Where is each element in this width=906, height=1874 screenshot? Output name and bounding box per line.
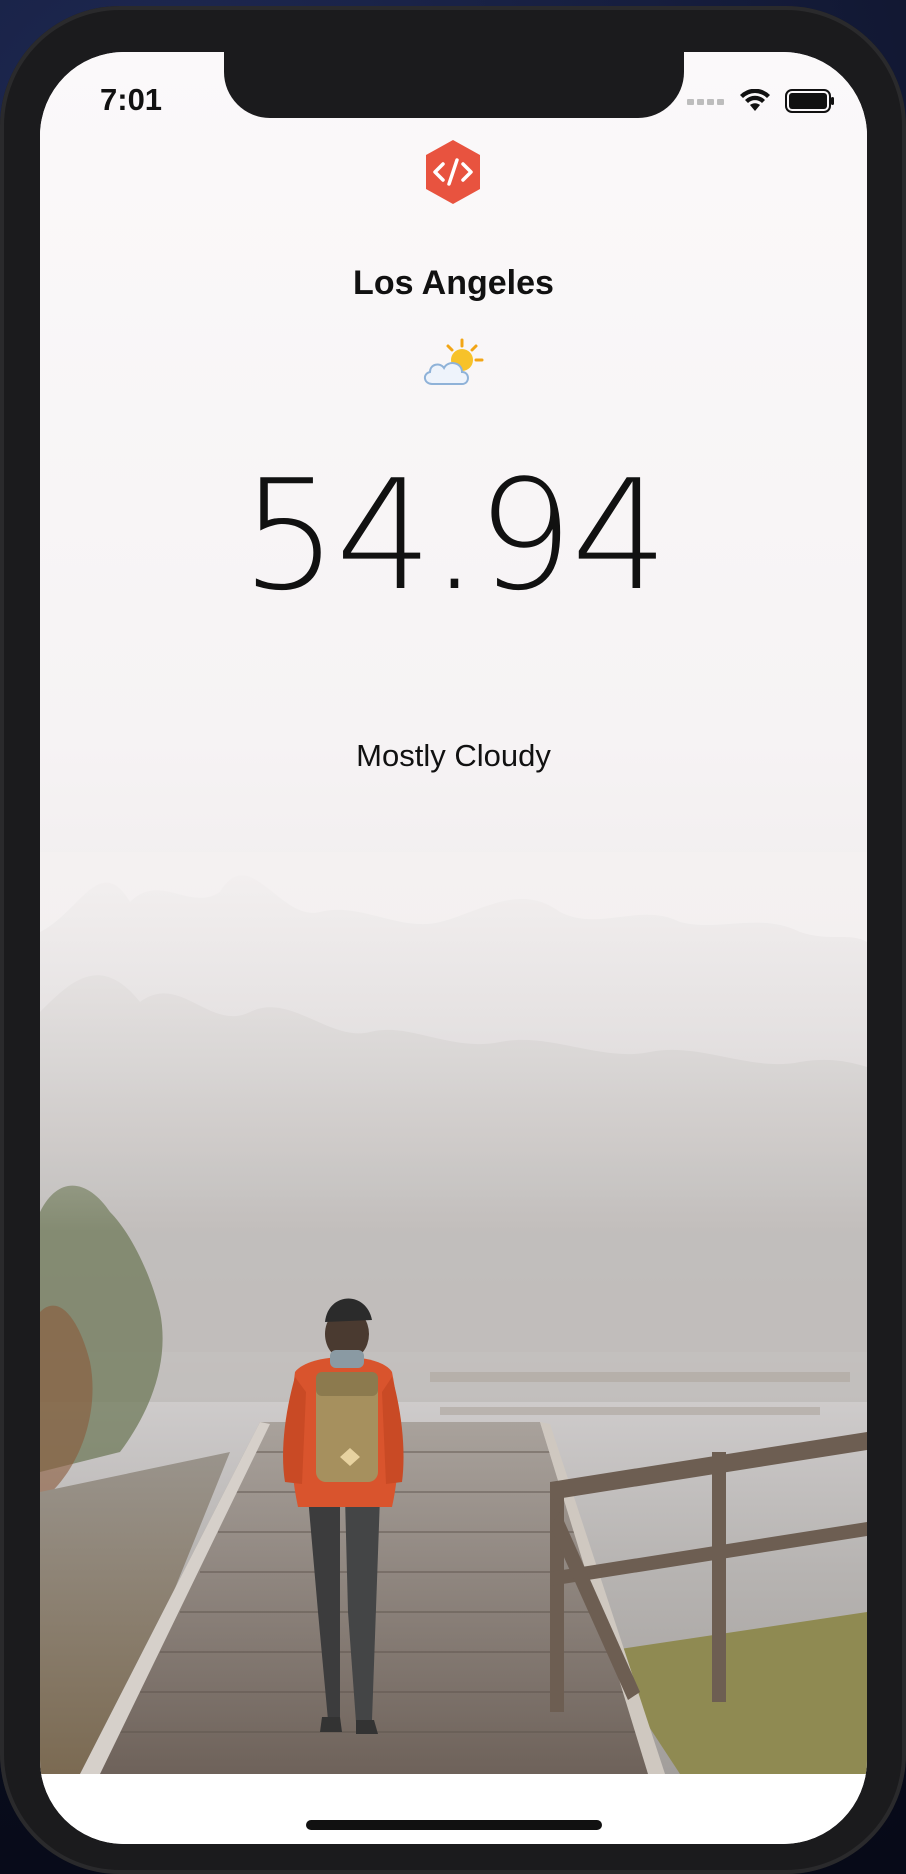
notch: [224, 52, 684, 118]
status-icons: [687, 84, 835, 118]
city-name: Los Angeles: [353, 264, 554, 302]
foggy-boardwalk-scene: [40, 852, 867, 1774]
sun-behind-cloud-icon: [424, 338, 484, 385]
wifi-icon: [740, 89, 770, 111]
phone-frame: 7:01 Los Angeles 54.94 Mostly Cloudy: [0, 6, 906, 1874]
cellular-signal-icon: [687, 99, 724, 105]
battery-icon: [785, 89, 834, 113]
home-indicator[interactable]: [306, 1820, 602, 1830]
temperature-value: 54.94: [240, 447, 668, 624]
phone-screen: 7:01 Los Angeles 54.94 Mostly Cloudy: [40, 52, 867, 1844]
code-brackets-hexagon-icon[interactable]: [423, 138, 483, 206]
weather-condition: Mostly Cloudy: [356, 738, 551, 773]
bottom-safe-area: [40, 1774, 867, 1844]
status-time: 7:01: [100, 82, 163, 117]
